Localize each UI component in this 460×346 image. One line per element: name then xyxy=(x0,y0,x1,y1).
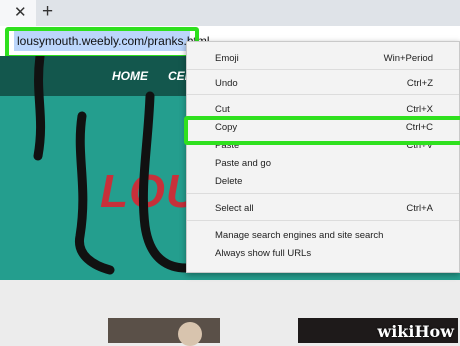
menu-separator xyxy=(187,94,459,95)
menu-item-show-full-urls[interactable]: Always show full URLs xyxy=(215,248,311,259)
new-tab-icon[interactable]: + xyxy=(42,1,53,23)
menu-item-delete[interactable]: Delete xyxy=(215,176,242,187)
menu-item-manage-search-engines[interactable]: Manage search engines and site search xyxy=(215,230,383,241)
menu-shortcut: Win+Period xyxy=(383,53,433,64)
tab-strip: ✕ + xyxy=(0,0,460,26)
thumbnail-detail xyxy=(178,322,202,346)
menu-item-select-all[interactable]: Select all xyxy=(215,203,254,214)
url-callout-box xyxy=(5,27,199,59)
browser-tab[interactable]: ✕ xyxy=(0,0,36,26)
menu-shortcut: Ctrl+Z xyxy=(406,78,433,89)
close-icon[interactable]: ✕ xyxy=(14,3,27,21)
watermark: wikiHow xyxy=(377,322,454,341)
menu-item-undo[interactable]: Undo xyxy=(215,78,238,89)
menu-item-emoji[interactable]: Emoji xyxy=(215,53,239,64)
menu-item-paste-and-go[interactable]: Paste and go xyxy=(215,158,271,169)
menu-separator xyxy=(187,193,459,194)
menu-separator xyxy=(187,220,459,221)
context-menu: Emoji Win+Period Undo Ctrl+Z Cut Ctrl+X … xyxy=(186,41,460,273)
menu-shortcut: Ctrl+A xyxy=(406,203,433,214)
menu-separator xyxy=(187,69,459,70)
video-thumbnail[interactable] xyxy=(108,318,220,343)
copy-callout-box xyxy=(184,116,460,145)
menu-shortcut: Ctrl+X xyxy=(406,104,433,115)
menu-item-cut[interactable]: Cut xyxy=(215,104,230,115)
